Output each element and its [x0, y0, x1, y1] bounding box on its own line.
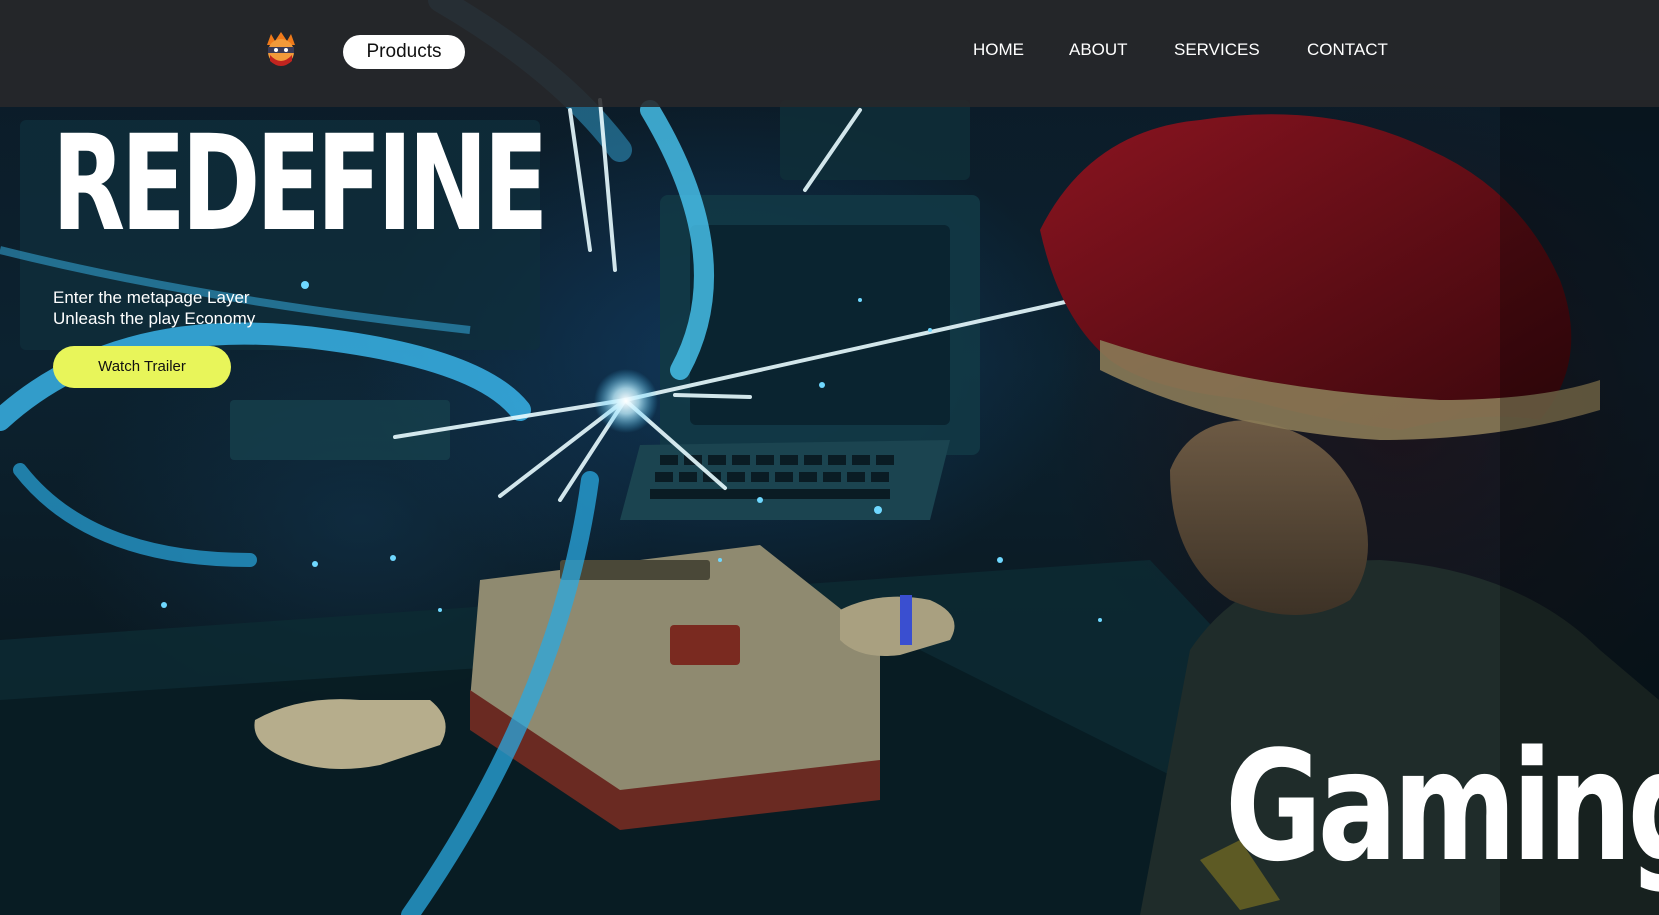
- watch-trailer-button[interactable]: Watch Trailer: [53, 346, 231, 388]
- nav-link-about[interactable]: ABOUT: [1069, 40, 1128, 60]
- tagline-line-2: Unleash the play Economy: [53, 309, 256, 328]
- nav-link-home[interactable]: HOME: [973, 40, 1024, 60]
- tagline-line-1: Enter the metapage Layer: [53, 288, 250, 307]
- nav-link-contact[interactable]: CONTACT: [1307, 40, 1388, 60]
- hero-bottom-word: Gaming: [1225, 718, 1659, 895]
- products-button[interactable]: Products: [343, 35, 465, 69]
- top-navbar: Products HOME ABOUT SERVICES CONTACT: [0, 0, 1659, 107]
- ninja-mascot-icon[interactable]: [262, 31, 300, 71]
- hero-title: REDEFINE: [52, 107, 548, 261]
- nav-link-services[interactable]: SERVICES: [1174, 40, 1260, 60]
- hero-section: Products HOME ABOUT SERVICES CONTACT RED…: [0, 0, 1659, 915]
